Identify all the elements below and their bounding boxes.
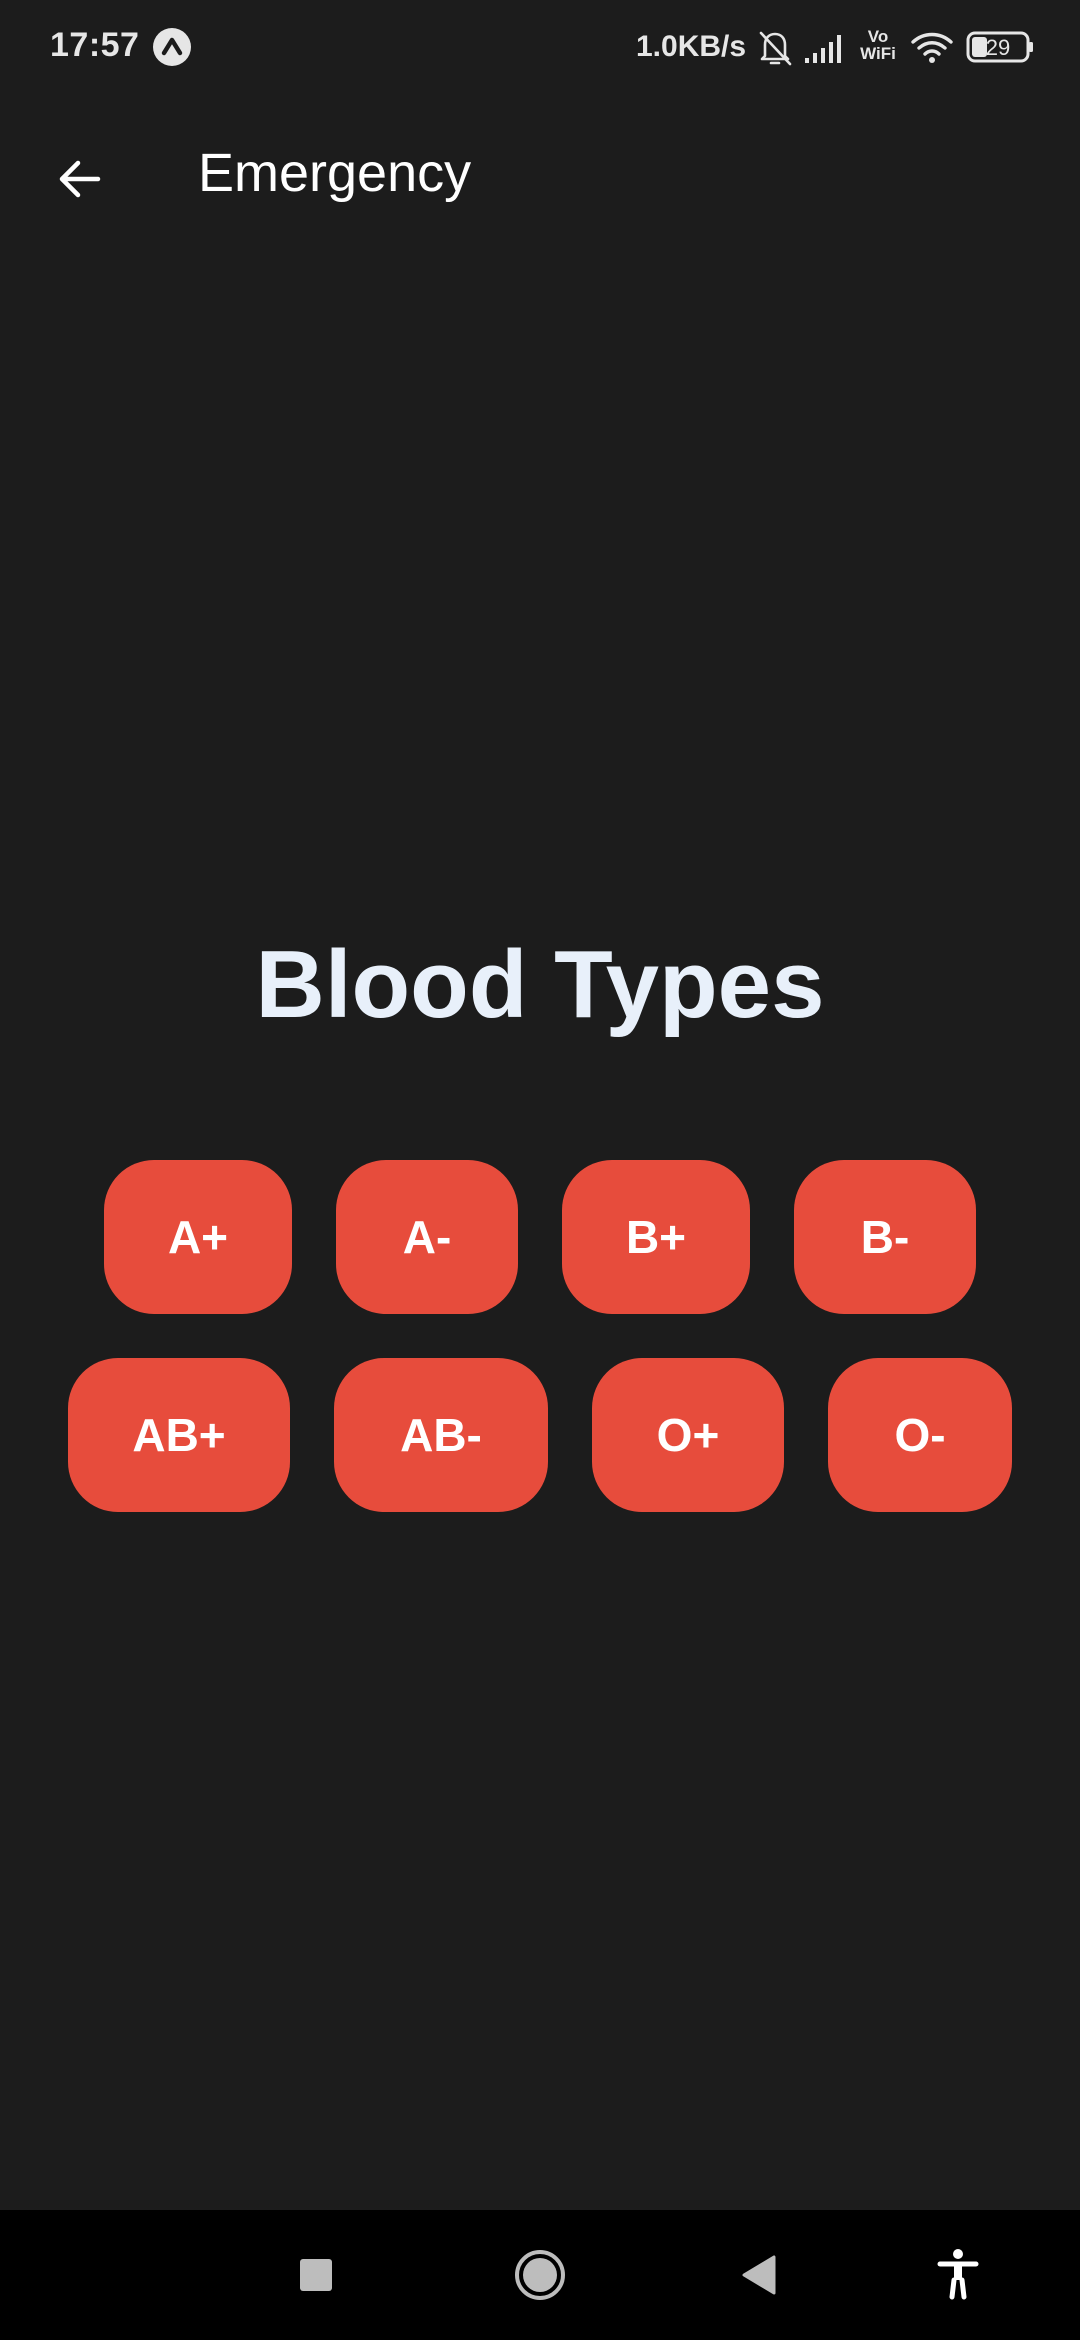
arrow-left-icon	[59, 160, 101, 198]
home-circle-icon	[515, 2250, 565, 2300]
back-nav-button[interactable]	[720, 2235, 800, 2315]
blood-type-o-negative-button[interactable]: O-	[828, 1358, 1012, 1512]
caret-up-icon	[153, 28, 191, 66]
vowifi-bottom-label: WiFi	[860, 44, 896, 63]
accessibility-button[interactable]	[918, 2235, 998, 2315]
vowifi-icon: Vo WiFi	[858, 28, 898, 62]
blood-type-row-1: A+ A- B+ B-	[0, 1160, 1080, 1314]
vowifi-top-label: Vo	[867, 27, 889, 46]
recents-button[interactable]	[276, 2235, 356, 2315]
blood-type-ab-positive-button[interactable]: AB+	[68, 1358, 290, 1512]
blood-type-a-positive-button[interactable]: A+	[104, 1160, 292, 1314]
network-speed: 1.0KB/s	[636, 30, 747, 63]
top-app-bar: Emergency	[0, 110, 1080, 240]
blood-type-row-2: AB+ AB- O+ O-	[0, 1358, 1080, 1512]
accessibility-icon	[937, 2249, 979, 2300]
wifi-icon	[910, 30, 954, 71]
page-title: Emergency	[198, 143, 472, 203]
battery-level: 29	[985, 35, 1011, 60]
blood-type-b-negative-button[interactable]: B-	[794, 1160, 976, 1314]
status-time: 17:57	[50, 26, 140, 64]
blood-type-b-positive-button[interactable]: B+	[562, 1160, 750, 1314]
home-button[interactable]	[500, 2235, 580, 2315]
blood-type-ab-negative-button[interactable]: AB-	[334, 1358, 548, 1512]
recents-square-icon	[300, 2259, 332, 2291]
bell-off-icon	[757, 28, 793, 73]
signal-icon	[804, 32, 846, 69]
back-button[interactable]	[30, 130, 126, 226]
status-bar: 17:57 1.0KB/s Vo WiFi 29	[0, 0, 1080, 96]
blood-type-o-positive-button[interactable]: O+	[592, 1358, 784, 1512]
blood-types-heading: Blood Types	[255, 931, 825, 1038]
blood-type-a-negative-button[interactable]: A-	[336, 1160, 518, 1314]
system-nav-bar	[0, 2210, 1080, 2340]
back-triangle-icon	[742, 2255, 776, 2295]
